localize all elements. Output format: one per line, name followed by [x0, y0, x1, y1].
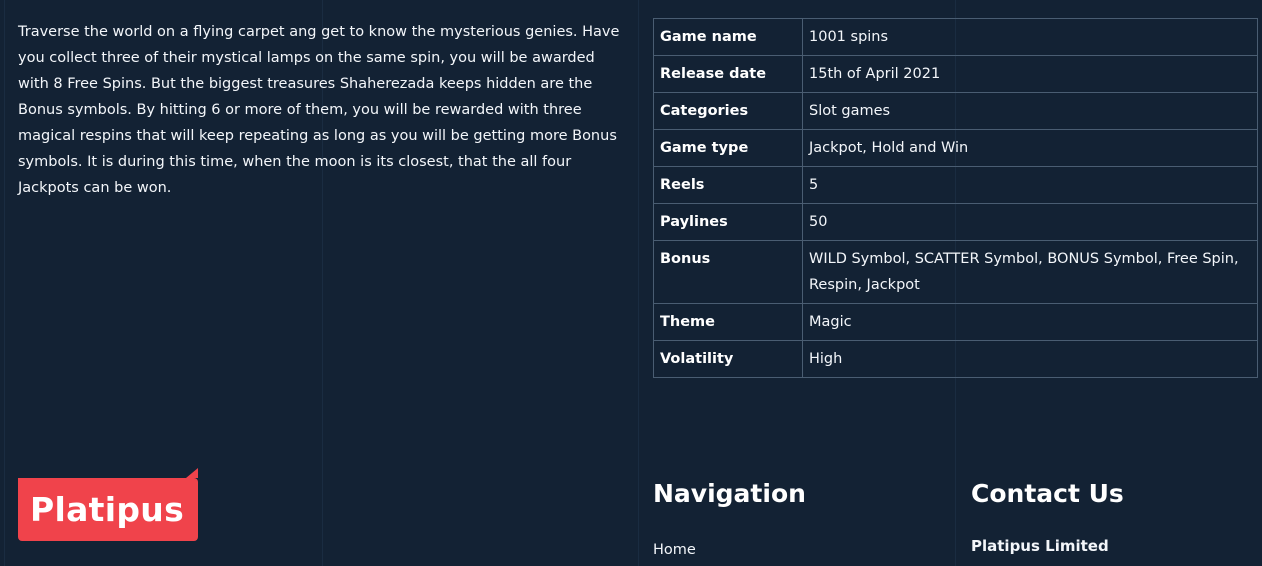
nav-link-home[interactable]: Home [653, 542, 696, 558]
game-description: Traverse the world on a flying carpet an… [18, 24, 620, 196]
table-row: Release date 15th of April 2021 [653, 55, 1258, 93]
row-value: 50 [802, 203, 1258, 241]
contact-heading: Contact Us [971, 479, 1124, 508]
table-row: Volatility High [653, 340, 1258, 378]
table-row: Theme Magic [653, 303, 1258, 341]
row-key: Game name [653, 18, 803, 56]
row-value: High [802, 340, 1258, 378]
table-row: Bonus WILD Symbol, SCATTER Symbol, BONUS… [653, 240, 1258, 304]
row-value: 15th of April 2021 [802, 55, 1258, 93]
table-row: Game type Jackpot, Hold and Win [653, 129, 1258, 167]
row-value: Jackpot, Hold and Win [802, 129, 1258, 167]
navigation-heading: Navigation [653, 479, 806, 508]
row-key: Categories [653, 92, 803, 130]
column-guide [4, 0, 5, 566]
page: Traverse the world on a flying carpet an… [0, 0, 1262, 566]
row-key: Game type [653, 129, 803, 167]
table-row: Categories Slot games [653, 92, 1258, 130]
row-key: Reels [653, 166, 803, 204]
row-key: Release date [653, 55, 803, 93]
company-name: Platipus Limited [971, 537, 1109, 555]
row-value: Magic [802, 303, 1258, 341]
table-row: Reels 5 [653, 166, 1258, 204]
row-key: Volatility [653, 340, 803, 378]
table-row: Game name 1001 spins [653, 18, 1258, 56]
table-row: Paylines 50 [653, 203, 1258, 241]
row-key: Theme [653, 303, 803, 341]
row-value: 1001 spins [802, 18, 1258, 56]
row-key: Bonus [653, 240, 803, 304]
column-guide [638, 0, 639, 566]
row-value: 5 [802, 166, 1258, 204]
row-value: Slot games [802, 92, 1258, 130]
platipus-logo[interactable]: Platipus [18, 468, 198, 541]
game-info-table: Game name 1001 spins Release date 15th o… [653, 18, 1258, 378]
logo-text: Platipus [30, 490, 185, 529]
row-value: WILD Symbol, SCATTER Symbol, BONUS Symbo… [802, 240, 1258, 304]
row-key: Paylines [653, 203, 803, 241]
